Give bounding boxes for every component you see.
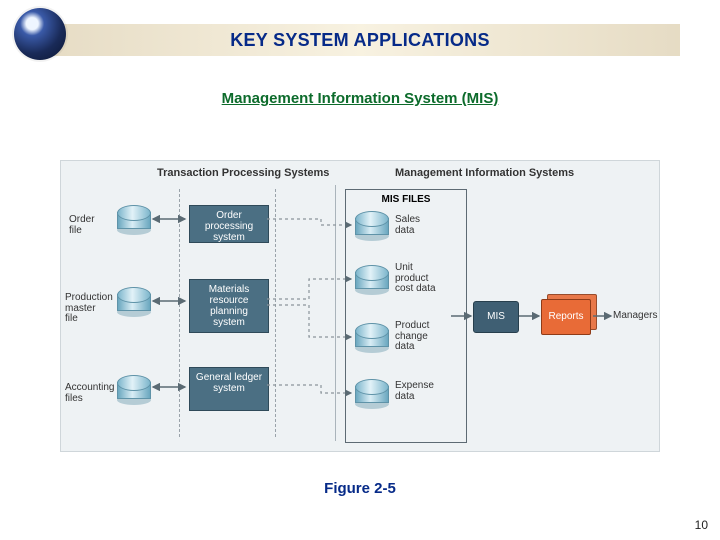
input-label: Production master file bbox=[65, 293, 113, 325]
cylinder-icon bbox=[355, 211, 389, 239]
page-number: 10 bbox=[695, 518, 708, 532]
mis-box: MIS bbox=[473, 301, 519, 333]
cylinder-icon bbox=[355, 323, 389, 351]
processing-box: General ledger system bbox=[189, 367, 269, 411]
dashed-line bbox=[275, 189, 276, 437]
slide-title: KEY SYSTEM APPLICATIONS bbox=[0, 30, 720, 51]
input-label: Accounting files bbox=[65, 383, 114, 404]
report-label: Reports bbox=[541, 299, 591, 335]
cylinder-icon bbox=[355, 265, 389, 293]
misfile-label: Product change data bbox=[395, 321, 429, 353]
misfiles-title: MIS FILES bbox=[354, 194, 458, 205]
section-label-mis: Management Information Systems bbox=[395, 167, 574, 179]
misfile-label: Sales data bbox=[395, 215, 420, 236]
mis-diagram: Transaction Processing Systems Managemen… bbox=[60, 160, 660, 452]
cylinder-icon bbox=[117, 375, 151, 403]
cylinder-icon bbox=[117, 287, 151, 315]
dashed-line bbox=[179, 189, 180, 437]
figure-caption: Figure 2-5 bbox=[0, 480, 720, 497]
slide-subtitle: Management Information System (MIS) bbox=[0, 90, 720, 107]
misfile-label: Expense data bbox=[395, 381, 434, 402]
slide-header: KEY SYSTEM APPLICATIONS bbox=[0, 0, 720, 66]
reports-stack: Reports bbox=[541, 299, 597, 337]
section-label-tps: Transaction Processing Systems bbox=[157, 167, 329, 179]
input-label: Order file bbox=[69, 215, 95, 236]
misfile-label: Unit product cost data bbox=[395, 263, 436, 295]
managers-label: Managers bbox=[613, 311, 657, 322]
cylinder-icon bbox=[117, 205, 151, 233]
processing-box: Materials resource planning system bbox=[189, 279, 269, 333]
divider-line bbox=[335, 185, 336, 441]
processing-box: Order processing system bbox=[189, 205, 269, 243]
cylinder-icon bbox=[355, 379, 389, 407]
